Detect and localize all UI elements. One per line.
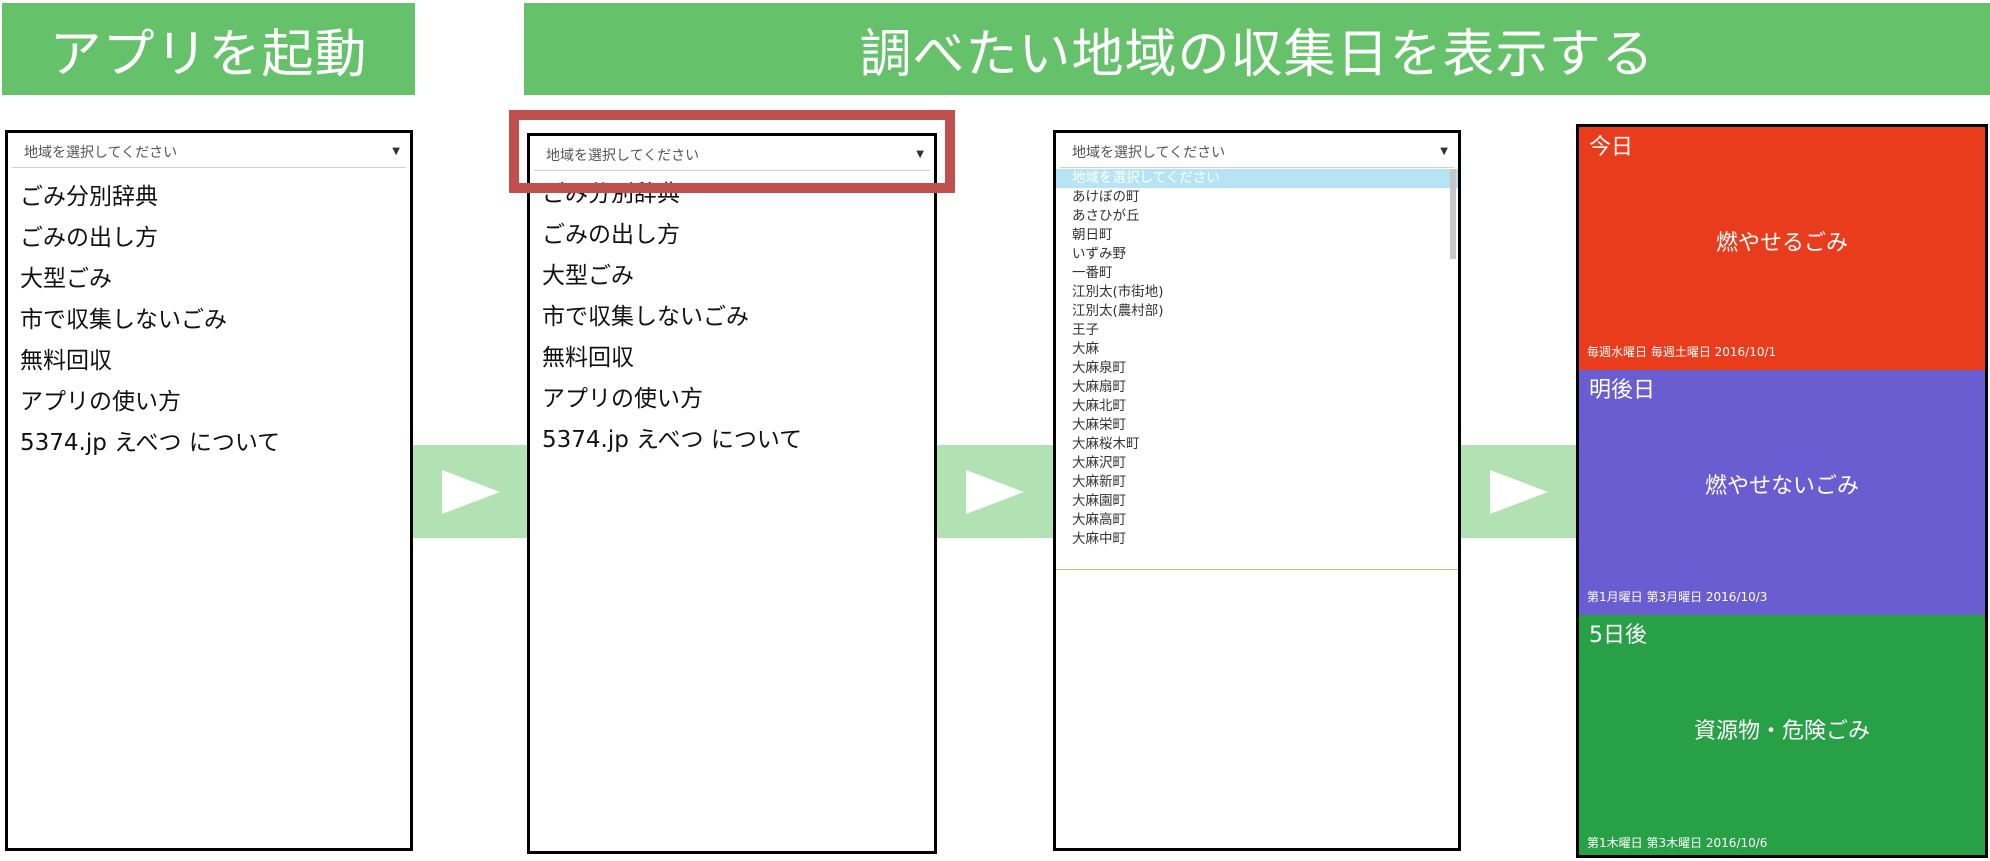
menu-item-not-collected[interactable]: 市で収集しないごみ	[542, 297, 802, 338]
area-select[interactable]: 地域を選択してください ▼	[1060, 136, 1454, 168]
card-garbage-type: 燃やせるごみ	[1715, 231, 1848, 256]
schedule-card-burnable[interactable]: 今日 燃やせるごみ 毎週水曜日 毎週土曜日 2016/10/1	[1579, 127, 1985, 370]
play-arrow-icon	[937, 445, 1053, 538]
menu-item-how-to-dispose[interactable]: ごみの出し方	[542, 215, 802, 256]
card-schedule: 第1木曜日 第3木曜日 2016/10/6	[1587, 836, 1768, 850]
phone-screen-start: 地域を選択してください ▼ ごみ分別辞典 ごみの出し方 大型ごみ 市で収集しない…	[5, 130, 413, 851]
menu-item-about[interactable]: 5374.jp えべつ について	[20, 423, 280, 464]
dropdown-option[interactable]: 大麻高町	[1056, 511, 1458, 530]
card-garbage-type: 燃やせないごみ	[1704, 474, 1859, 499]
menu-item-large-garbage[interactable]: 大型ごみ	[20, 259, 280, 300]
dropdown-option[interactable]: 王子	[1056, 321, 1458, 340]
menu-item-how-to-use[interactable]: アプリの使い方	[20, 382, 280, 423]
menu-item-how-to-use[interactable]: アプリの使い方	[542, 379, 802, 420]
phone-screen-schedule: 今日 燃やせるごみ 毎週水曜日 毎週土曜日 2016/10/1 明後日 燃やせな…	[1576, 124, 1988, 858]
phone-screen-dropdown: 地域を選択してください ▼ 地域を選択してください あけぼの町 あさひが丘 朝日…	[1053, 130, 1461, 851]
dropdown-option[interactable]: 大麻	[1056, 340, 1458, 359]
card-schedule: 第1月曜日 第3月曜日 2016/10/3	[1587, 590, 1768, 604]
card-day: 5日後	[1589, 623, 1647, 648]
banner-show-label: 調べたい地域の収集日を表示する	[859, 24, 1655, 85]
dropdown-option[interactable]: 大麻桜木町	[1056, 435, 1458, 454]
area-dropdown-list[interactable]: 地域を選択してください あけぼの町 あさひが丘 朝日町 いずみ野 一番町 江別太…	[1056, 169, 1458, 570]
banner-launch-app: アプリを起動	[2, 3, 415, 95]
dropdown-option[interactable]: 大麻沢町	[1056, 454, 1458, 473]
schedule-card-resources[interactable]: 5日後 資源物・危険ごみ 第1木曜日 第3木曜日 2016/10/6	[1579, 615, 1985, 855]
card-day: 明後日	[1589, 378, 1656, 403]
dropdown-option[interactable]: 大麻扇町	[1056, 378, 1458, 397]
card-schedule: 毎週水曜日 毎週土曜日 2016/10/1	[1587, 345, 1777, 359]
dropdown-option[interactable]: 大麻新町	[1056, 473, 1458, 492]
menu-item-not-collected[interactable]: 市で収集しないごみ	[20, 300, 280, 341]
dropdown-option[interactable]: 一番町	[1056, 264, 1458, 283]
dropdown-option[interactable]: 大麻泉町	[1056, 359, 1458, 378]
card-day: 今日	[1589, 135, 1634, 160]
dropdown-option[interactable]: 江別太(農村部)	[1056, 302, 1458, 321]
select-highlight-box	[509, 110, 955, 193]
schedule-card-non-burnable[interactable]: 明後日 燃やせないごみ 第1月曜日 第3月曜日 2016/10/3	[1579, 370, 1985, 615]
dropdown-option[interactable]: 江別太(市街地)	[1056, 283, 1458, 302]
caret-down-icon: ▼	[392, 146, 400, 157]
dropdown-option[interactable]: 地域を選択してください	[1056, 169, 1458, 188]
dropdown-option[interactable]: あけぼの町	[1056, 188, 1458, 207]
menu-item-free-collection[interactable]: 無料回収	[542, 338, 802, 379]
dropdown-option[interactable]: 大麻北町	[1056, 397, 1458, 416]
phone-screen-select: 地域を選択してください ▼ ごみ分別辞典 ごみの出し方 大型ごみ 市で収集しない…	[527, 133, 937, 854]
area-select[interactable]: 地域を選択してください ▼	[12, 136, 406, 168]
main-menu: ごみ分別辞典 ごみの出し方 大型ごみ 市で収集しないごみ 無料回収 アプリの使い…	[542, 174, 802, 461]
dropdown-option[interactable]: 朝日町	[1056, 226, 1458, 245]
menu-item-about[interactable]: 5374.jp えべつ について	[542, 420, 802, 461]
menu-item-large-garbage[interactable]: 大型ごみ	[542, 256, 802, 297]
menu-item-how-to-dispose[interactable]: ごみの出し方	[20, 218, 280, 259]
dropdown-option[interactable]: 大麻園町	[1056, 492, 1458, 511]
dropdown-option[interactable]: いずみ野	[1056, 245, 1458, 264]
menu-item-dictionary[interactable]: ごみ分別辞典	[20, 177, 280, 218]
dropdown-option[interactable]: 大麻栄町	[1056, 416, 1458, 435]
banner-launch-label: アプリを起動	[49, 24, 368, 85]
play-arrow-icon	[413, 445, 529, 538]
card-garbage-type: 資源物・危険ごみ	[1693, 719, 1870, 744]
play-arrow-icon	[1461, 445, 1577, 538]
banner-show-schedule: 調べたい地域の収集日を表示する	[524, 3, 1990, 95]
dropdown-option[interactable]: 大麻中町	[1056, 530, 1458, 549]
area-select-placeholder: 地域を選択してください	[1072, 144, 1226, 161]
menu-item-free-collection[interactable]: 無料回収	[20, 341, 280, 382]
dropdown-scrollbar[interactable]	[1450, 169, 1456, 259]
dropdown-option[interactable]: あさひが丘	[1056, 207, 1458, 226]
caret-down-icon: ▼	[1440, 146, 1448, 157]
main-menu: ごみ分別辞典 ごみの出し方 大型ごみ 市で収集しないごみ 無料回収 アプリの使い…	[20, 177, 280, 464]
area-select-placeholder: 地域を選択してください	[24, 144, 178, 161]
